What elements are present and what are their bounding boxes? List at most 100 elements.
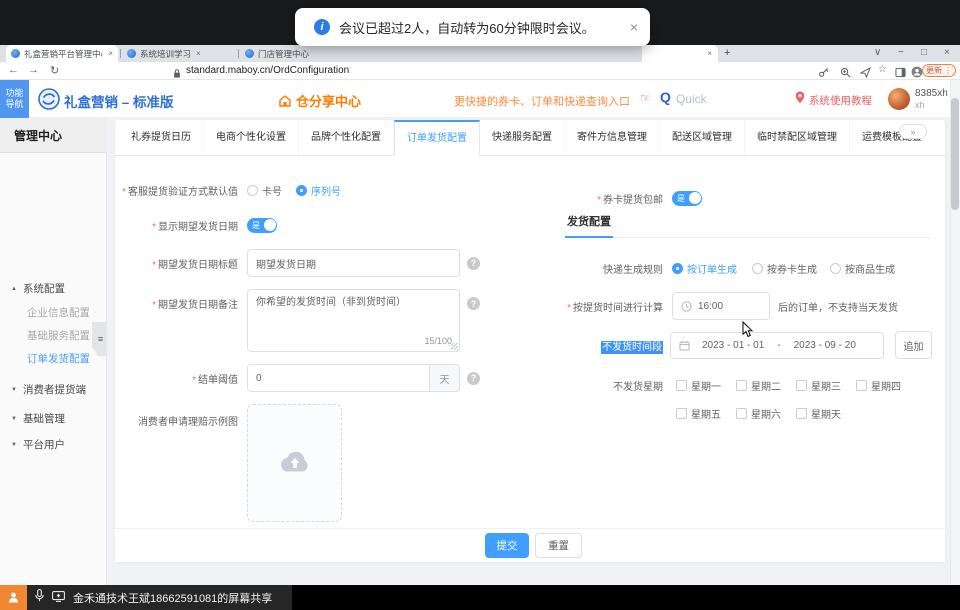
window-minimize-button[interactable]: −	[898, 47, 904, 58]
caret-up-icon: ▲	[11, 286, 17, 292]
scrollbar-thumb[interactable]	[951, 98, 959, 210]
sidebar-item-consumer-pickup[interactable]: ▼ 消费者提货端	[0, 382, 107, 397]
tab-close-icon[interactable]: ×	[196, 49, 201, 58]
url-text[interactable]: standard.maboy.cn/OrdConfiguration	[186, 65, 349, 76]
tab-search-chevron-icon[interactable]: ∨	[874, 47, 881, 58]
new-tab-button[interactable]: +	[724, 47, 730, 59]
sidebar-item-system-config[interactable]: ▲ 系统配置	[0, 281, 107, 296]
show-expected-date-toggle[interactable]: 是	[247, 218, 277, 233]
checkbox-thursday[interactable]: 星期四	[852, 378, 912, 393]
radio-label[interactable]: 卡号	[262, 183, 282, 198]
participant-icon[interactable]	[0, 585, 27, 610]
more-tabs-button[interactable]: »	[899, 124, 927, 139]
help-icon[interactable]: ?	[467, 257, 480, 270]
expected-date-title-row: 期望发货日期标题 期望发货日期 ?	[115, 249, 480, 277]
tab-order-shipping-config[interactable]: 订单发货配置	[394, 120, 480, 156]
browser-tab-title: 礼盒营销平台管理中心	[24, 48, 103, 60]
sidebar-item-enterprise-info[interactable]: 企业信息配置	[0, 305, 107, 320]
checkbox-wednesday[interactable]: 星期三	[792, 378, 852, 393]
back-icon[interactable]: ←	[8, 64, 19, 76]
field-label: 快递生成规则	[540, 261, 663, 276]
close-threshold-row: 结单阈值 0 天 ?	[115, 364, 480, 392]
share-center-label: 仓分享中心	[296, 91, 361, 110]
tab-sender-info-management[interactable]: 寄件方信息管理	[565, 120, 660, 155]
quick-search-icon[interactable]: Q	[660, 89, 671, 105]
mic-icon[interactable]	[35, 589, 44, 607]
browser-tab[interactable]: 系统培训学习 ×	[122, 45, 236, 62]
resize-handle-icon[interactable]	[451, 343, 458, 350]
function-nav-button[interactable]: 功能 导航	[0, 80, 29, 118]
user-avatar[interactable]	[888, 88, 910, 110]
window-maximize-button[interactable]: □	[921, 47, 927, 58]
expected-date-note-textarea[interactable]: 你希望的发货时间（非到货时间） 15/100	[247, 289, 460, 352]
radio-label[interactable]: 按商品生成	[845, 261, 895, 276]
forward-icon[interactable]: →	[28, 64, 39, 76]
sidebar-item-basic-management[interactable]: ▼ 基础管理	[0, 411, 107, 426]
screen-share-pill: 金禾通技术王斌18662591081的屏幕共享	[0, 585, 292, 610]
radio-generate-by-voucher[interactable]	[752, 263, 763, 274]
sidebar-title-label: 管理中心	[14, 127, 62, 144]
browser-tab[interactable]: 门店管理中心	[240, 45, 350, 62]
tab-close-icon[interactable]: ×	[108, 49, 113, 58]
browser-tab-partial[interactable]: ×	[642, 45, 718, 62]
warehouse-share-center-link[interactable]: 仓分享中心	[278, 91, 361, 110]
site-favicon	[11, 49, 20, 58]
sidebar-item-platform-users[interactable]: ▼ 平台用户	[0, 437, 107, 452]
field-label: 不发货星期	[540, 378, 663, 393]
reset-button[interactable]: 重置	[535, 533, 582, 558]
screen-share-icon[interactable]	[52, 589, 65, 607]
sidebar-item-order-shipping-config[interactable]: 订单发货配置	[0, 351, 107, 366]
no-ship-date-range-input[interactable]: 2023 - 01 - 01 - 2023 - 09 - 20	[670, 332, 884, 359]
browser-update-badge[interactable]: 更新 ⋮	[922, 64, 956, 77]
close-threshold-input[interactable]: 0 天	[247, 364, 460, 392]
claim-example-row: 消费者申请理赔示例图	[115, 404, 342, 522]
checkbox-friday[interactable]: 星期五	[672, 406, 732, 421]
tab-express-service-config[interactable]: 快递服务配置	[480, 120, 565, 155]
radio-label[interactable]: 按订单生成	[687, 261, 737, 276]
radio-label[interactable]: 按券卡生成	[767, 261, 817, 276]
sidebar-item-label: 订单发货配置	[27, 351, 90, 366]
tab-close-icon[interactable]: ×	[707, 49, 712, 58]
highlighted-label: 不发货时间段	[601, 341, 663, 354]
append-period-button[interactable]: 追加	[895, 331, 932, 359]
browser-tab-active[interactable]: 礼盒营销平台管理中心 ×	[6, 45, 118, 62]
radio-serial-number[interactable]	[296, 185, 307, 196]
screen-share-text: 金禾通技术王斌18662591081的屏幕共享	[73, 590, 272, 606]
checkbox-tuesday[interactable]: 星期二	[732, 378, 792, 393]
checkbox-saturday[interactable]: 星期六	[732, 406, 792, 421]
bookmark-star-icon[interactable]: ☆	[878, 64, 887, 75]
system-tutorial-link[interactable]: 系统使用教程	[809, 93, 872, 108]
window-close-button[interactable]: ×	[944, 47, 950, 58]
tab-temp-banned-area-management[interactable]: 临时禁配区域管理	[745, 120, 850, 155]
info-icon: i	[314, 19, 330, 35]
radio-generate-by-order[interactable]	[672, 263, 683, 274]
radio-card-number[interactable]	[247, 185, 258, 196]
nav-label-line2: 导航	[5, 99, 23, 110]
sidebar-item-basic-service[interactable]: 基础服务配置	[0, 328, 107, 343]
upload-cloud-icon	[278, 450, 312, 476]
sidebar-item-label: 平台用户	[23, 437, 65, 452]
help-icon[interactable]: ?	[467, 372, 480, 385]
checkbox-sunday[interactable]: 星期天	[792, 406, 852, 421]
help-icon[interactable]: ?	[467, 297, 480, 310]
tab-voucher-pickup-calendar[interactable]: 礼券提货日历	[119, 120, 204, 155]
mouse-cursor	[742, 321, 754, 343]
expected-date-title-input[interactable]: 期望发货日期	[247, 249, 460, 277]
radio-generate-by-product[interactable]	[830, 263, 841, 274]
checkbox-monday[interactable]: 星期一	[672, 378, 732, 393]
tab-delivery-area-management[interactable]: 配送区域管理	[660, 120, 745, 155]
no-ship-period-row: 不发货时间段 2023 - 01 - 01 - 2023 - 09 - 20 追…	[540, 331, 932, 359]
pickup-time-calc-row: 按提货时间进行计算 16:00 后的订单，不支持当天发货	[540, 292, 898, 320]
free-shipping-toggle[interactable]: 是	[672, 191, 702, 206]
site-favicon	[127, 49, 136, 58]
quick-search-label[interactable]: Quick	[676, 92, 707, 106]
pickup-time-input[interactable]: 16:00	[672, 292, 770, 320]
tab-brand-personalization[interactable]: 品牌个性化配置	[299, 120, 394, 155]
close-icon[interactable]: ×	[630, 19, 638, 35]
submit-button[interactable]: 提交	[485, 533, 529, 558]
claim-example-upload[interactable]	[247, 404, 342, 522]
radio-label[interactable]: 序列号	[311, 183, 341, 198]
config-tab-bar: 礼券提货日历 电商个性化设置 品牌个性化配置 订单发货配置 快递服务配置 寄件方…	[115, 120, 945, 156]
reload-icon[interactable]: ↻	[50, 64, 59, 77]
tab-ecommerce-personalization[interactable]: 电商个性化设置	[204, 120, 299, 155]
